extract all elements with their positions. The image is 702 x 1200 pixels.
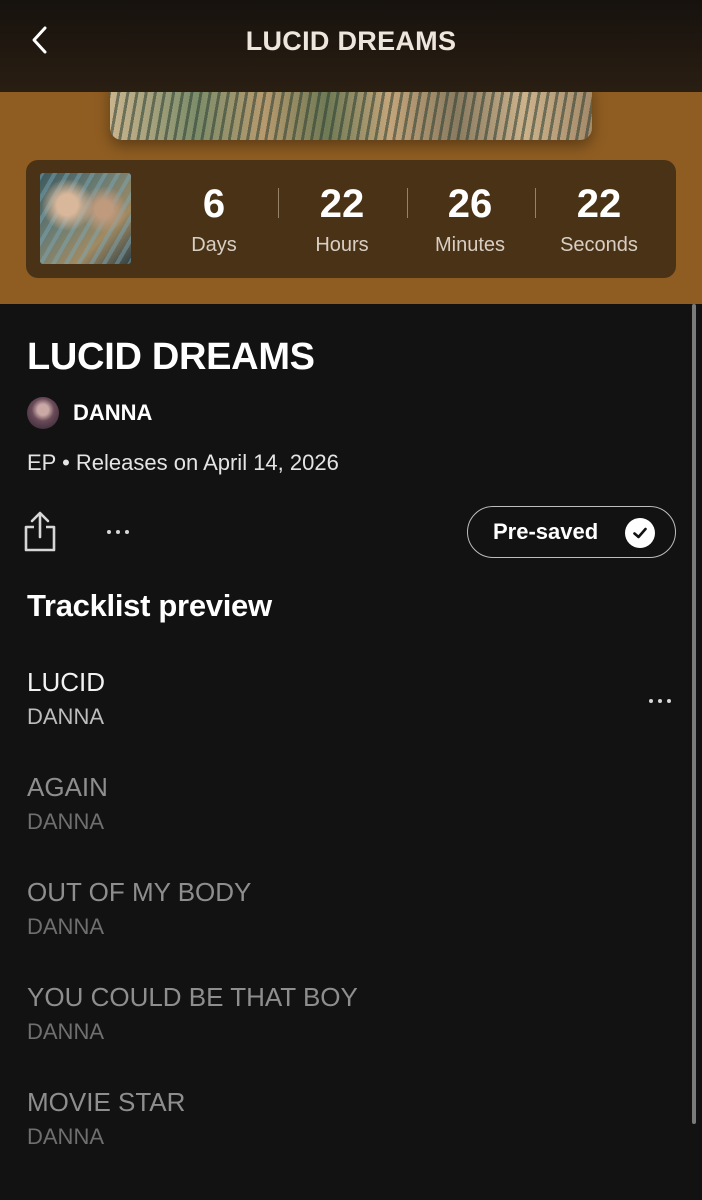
track-artist: DANNA	[27, 914, 105, 939]
countdown-value: 22	[576, 182, 622, 226]
countdown-days: 6 Days	[154, 180, 274, 258]
countdown-divider	[407, 188, 408, 218]
countdown-card: 6 Days 22 Hours 26 Minutes 22 Seconds	[26, 160, 676, 278]
track-row[interactable]: LUCID DANNA	[0, 664, 690, 769]
more-options-button[interactable]	[98, 518, 138, 546]
countdown-value: 6	[202, 182, 226, 226]
artist-name: DANNA	[73, 400, 153, 425]
tracklist: LUCID DANNA AGAIN DANNA OUT OF MY BODY D…	[0, 664, 690, 1189]
countdown-seconds: 22 Seconds	[539, 180, 659, 258]
artist-link[interactable]: DANNA	[27, 396, 152, 430]
top-bar: LUCID DREAMS	[0, 0, 702, 92]
album-cover-image	[110, 92, 592, 140]
track-row[interactable]: YOU COULD BE THAT BOY DANNA	[0, 979, 690, 1084]
track-artist: DANNA	[27, 1019, 105, 1044]
hero-banner: 6 Days 22 Hours 26 Minutes 22 Seconds	[0, 92, 702, 304]
countdown-value: 26	[447, 182, 493, 226]
track-row[interactable]: AGAIN DANNA	[0, 769, 690, 874]
countdown-divider	[535, 188, 536, 218]
countdown-label: Seconds	[560, 234, 638, 256]
countdown-hours: 22 Hours	[282, 180, 402, 258]
page-title: LUCID DREAMS	[245, 26, 457, 56]
check-circle-icon	[625, 518, 655, 548]
more-horizontal-icon	[649, 699, 653, 703]
countdown-divider	[278, 188, 279, 218]
share-icon	[24, 511, 56, 552]
countdown-label: Minutes	[434, 234, 506, 256]
countdown-label: Days	[191, 234, 237, 256]
track-artist: DANNA	[27, 809, 105, 834]
action-bar: Pre-saved	[0, 506, 702, 558]
track-artist: DANNA	[27, 1124, 105, 1149]
countdown-minutes: 26 Minutes	[410, 180, 530, 258]
track-title: MOVIE STAR	[27, 1087, 186, 1117]
presave-label: Pre-saved	[493, 519, 599, 544]
countdown-value: 22	[319, 182, 365, 226]
scrollbar[interactable]	[692, 304, 696, 1124]
presave-button[interactable]: Pre-saved	[467, 506, 676, 558]
track-title: AGAIN	[27, 772, 108, 802]
more-horizontal-icon	[107, 530, 111, 534]
release-info: EP • Releases on April 14, 2026	[27, 450, 339, 475]
track-title: LUCID	[27, 667, 106, 697]
tracklist-heading: Tracklist preview	[27, 588, 272, 623]
avatar	[27, 397, 59, 429]
track-artist: DANNA	[27, 704, 105, 729]
album-thumbnail	[40, 173, 131, 264]
track-row[interactable]: OUT OF MY BODY DANNA	[0, 874, 690, 979]
share-button[interactable]	[20, 510, 60, 554]
album-title: LUCID DREAMS	[27, 336, 315, 378]
countdown-label: Hours	[315, 234, 369, 256]
track-row[interactable]: MOVIE STAR DANNA	[0, 1084, 690, 1189]
track-title: YOU COULD BE THAT BOY	[27, 982, 358, 1012]
track-more-button[interactable]	[644, 689, 676, 713]
track-title: OUT OF MY BODY	[27, 877, 252, 907]
